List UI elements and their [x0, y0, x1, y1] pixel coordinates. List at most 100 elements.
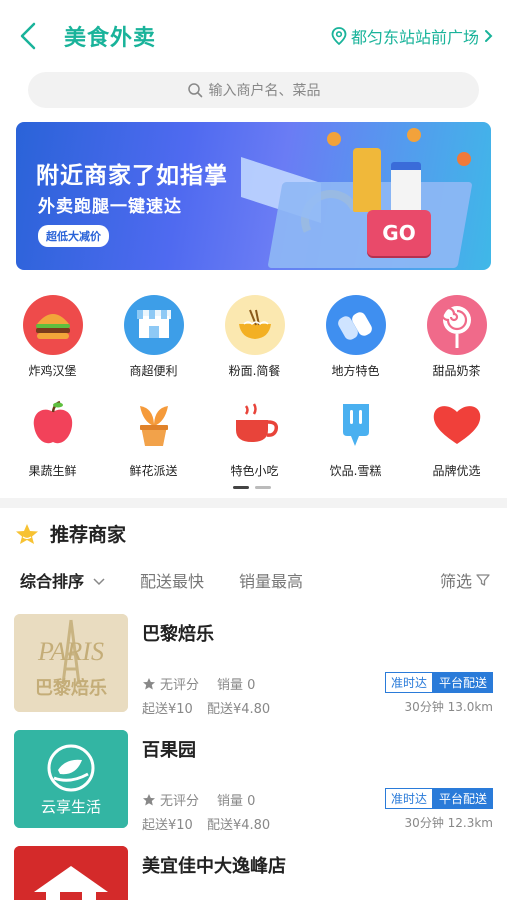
banner-headline: 附近商家了如指掌: [36, 163, 228, 189]
star-icon: [143, 793, 155, 805]
coin-decoration: [407, 128, 421, 142]
shop-rating: 无评分: [160, 794, 200, 809]
shop-score: 无评分 销量 0: [142, 790, 255, 809]
store-icon: [123, 295, 184, 355]
recommend-title: 推荐商家: [50, 524, 127, 546]
category-label: 粉面.简餐: [228, 364, 281, 378]
category-burger[interactable]: 炸鸡汉堡: [2, 294, 103, 379]
star-icon: [16, 523, 38, 544]
page-dot-active: [233, 486, 249, 489]
shop-tags: 准时达 平台配送: [384, 788, 493, 809]
milk-carton-decoration: [391, 162, 421, 216]
filter-button[interactable]: 筛选: [440, 568, 490, 592]
shop-name: 美宜佳中大逸峰店: [142, 856, 286, 877]
chevron-left-icon: [20, 22, 36, 50]
category-label: 鲜花派送: [129, 464, 178, 478]
category-brand[interactable]: 品牌优选: [406, 394, 507, 479]
shop-min-order: 起送¥10: [142, 702, 193, 717]
category-label: 炸鸡汉堡: [28, 364, 77, 378]
shop-eta: 30分钟 13.0km: [404, 700, 493, 714]
page-dot: [255, 486, 271, 489]
logo-text: PARIS: [37, 637, 104, 666]
page-indicator: [233, 486, 271, 489]
go-button: GO: [367, 210, 431, 256]
shop-name: 百果园: [142, 740, 196, 761]
category-store[interactable]: 商超便利: [103, 294, 204, 379]
promo-banner[interactable]: GO 附近商家了如指掌 外卖跑腿一键速达 超低大减价: [16, 122, 491, 270]
header: 美食外卖 都匀东站站前广场: [0, 0, 507, 70]
category-dessert[interactable]: 甜品奶茶: [406, 294, 507, 379]
sort-fastest[interactable]: 配送最快: [140, 568, 204, 592]
meiyijia-logo-image: [14, 846, 128, 900]
bottle-decoration: [353, 148, 381, 212]
shop-eta: 30分钟 12.3km: [404, 816, 493, 830]
category-local[interactable]: 地方特色: [305, 294, 406, 379]
popsicle-icon: [342, 404, 369, 446]
tag-platform: 平台配送: [432, 672, 493, 693]
category-noodles[interactable]: 粉面.简餐: [204, 294, 305, 379]
category-label: 地方特色: [331, 364, 380, 378]
recommend-header: 推荐商家: [14, 520, 126, 547]
search-input[interactable]: 输入商户名、菜品: [28, 72, 479, 108]
paris-logo-image: PARIS 巴黎焙乐: [14, 614, 128, 712]
apple-icon: [33, 400, 72, 444]
teacup-icon: [235, 403, 278, 442]
tag-platform: 平台配送: [432, 788, 493, 809]
shop-logo: 云享生活: [14, 730, 128, 828]
chevron-down-icon: [93, 578, 105, 586]
shop-name: 巴黎焙乐: [142, 624, 214, 645]
shop-logo: PARIS 巴黎焙乐: [14, 614, 128, 712]
section-divider: [0, 498, 507, 508]
lollipop-icon: [426, 295, 487, 355]
star-icon: [143, 677, 155, 689]
tag-ontime: 准时达: [384, 672, 433, 693]
shop-tags: 准时达 平台配送: [384, 672, 493, 693]
shop-delivery-fee: 配送¥4.80: [206, 818, 271, 833]
sort-default-label: 综合排序: [20, 572, 85, 591]
category-flowers[interactable]: 鲜花派送: [103, 394, 204, 479]
local-special-icon: [325, 295, 386, 355]
category-label: 饮品.雪糕: [329, 464, 382, 478]
shop-logo: [14, 846, 128, 900]
back-button[interactable]: [14, 18, 44, 54]
shop-card[interactable]: 美宜佳中大逸峰店: [0, 846, 507, 900]
shop-score: 无评分 销量 0: [142, 674, 255, 693]
yunxiang-logo-image: 云享生活: [14, 730, 128, 828]
sort-bar: 综合排序 配送最快 销量最高 筛选: [20, 568, 490, 594]
shop-sales: 销量 0: [217, 678, 256, 693]
category-label: 特色小吃: [230, 464, 279, 478]
heart-icon: [433, 406, 480, 444]
chevron-right-icon: [485, 30, 493, 42]
logo-text: 云享生活: [41, 798, 101, 816]
shop-card[interactable]: PARIS 巴黎焙乐 巴黎焙乐 无评分 销量 0 起送¥10 配送¥4.80 准…: [0, 614, 507, 724]
filter-label: 筛选: [439, 572, 472, 591]
banner-badge: 超低大减价: [38, 225, 109, 247]
shop-fee: 起送¥10 配送¥4.80: [142, 814, 270, 833]
category-snacks[interactable]: 特色小吃: [204, 394, 305, 479]
page-title: 美食外卖: [64, 26, 157, 51]
category-drinks[interactable]: 饮品.雪糕: [305, 394, 406, 479]
category-fruit[interactable]: 果蔬生鲜: [2, 394, 103, 479]
coin-decoration: [327, 132, 341, 146]
category-label: 果蔬生鲜: [28, 464, 77, 478]
coin-decoration: [457, 152, 471, 166]
banner-subline: 外卖跑腿一键速达: [38, 197, 182, 217]
sort-sales[interactable]: 销量最高: [239, 568, 303, 592]
shop-sales: 销量 0: [217, 794, 256, 809]
shop-fee: 起送¥10 配送¥4.80: [142, 698, 270, 717]
category-label: 品牌优选: [432, 464, 481, 478]
shop-delivery-fee: 配送¥4.80: [206, 702, 271, 717]
flower-pot-icon: [139, 406, 168, 446]
location-pin-icon: [331, 27, 347, 45]
search-icon: [187, 83, 202, 98]
category-label: 甜品奶茶: [432, 364, 481, 378]
location-selector[interactable]: 都匀东站站前广场: [331, 24, 493, 48]
tag-ontime: 准时达: [384, 788, 433, 809]
logo-subtext: 巴黎焙乐: [35, 677, 107, 699]
shop-card[interactable]: 云享生活 百果园 无评分 销量 0 起送¥10 配送¥4.80 准时达 平台配送…: [0, 730, 507, 840]
shop-rating: 无评分: [160, 678, 200, 693]
sort-default[interactable]: 综合排序: [20, 568, 106, 592]
shop-min-order: 起送¥10: [142, 818, 193, 833]
category-label: 商超便利: [129, 364, 178, 378]
filter-icon: [476, 574, 490, 586]
